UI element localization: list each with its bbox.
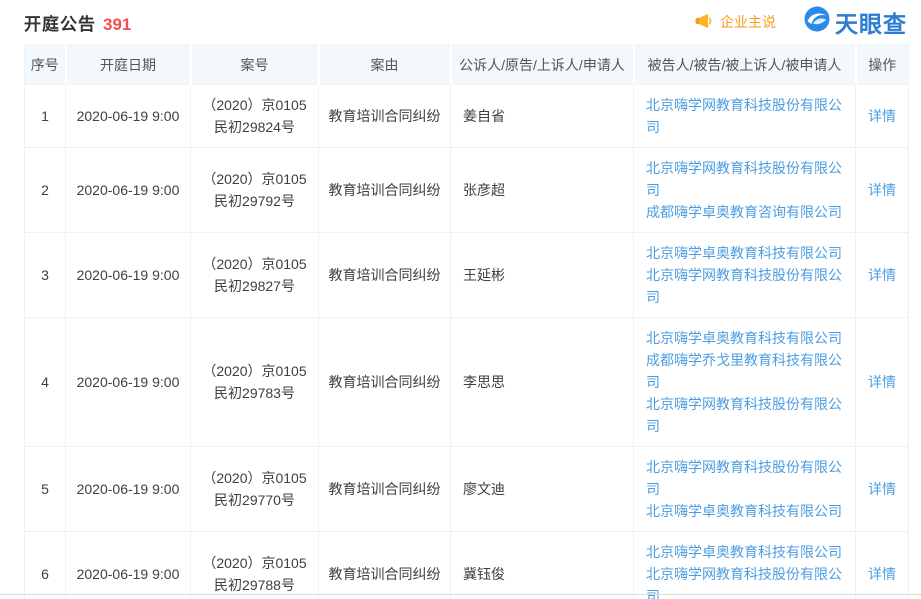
qiye-zhushuo-link[interactable]: 企业主说 — [695, 12, 776, 32]
cell-cause: 教育培训合同纠纷 — [318, 446, 451, 532]
cell-defendants: 北京嗨学网教育科技股份有限公司 成都嗨学卓奥教育咨询有限公司 — [633, 147, 856, 233]
table-row: 5 2020-06-19 9:00 （2020）京0105 民初29770号 教… — [24, 446, 909, 532]
defendant-company-link[interactable]: 成都嗨学乔戈里教育科技有限公司 — [646, 349, 847, 393]
table-body: 1 2020-06-19 9:00 （2020）京0105 民初29824号 教… — [24, 84, 909, 599]
tianyancha-brand-text: 天眼查 — [835, 11, 907, 37]
page-title-text: 开庭公告 — [24, 14, 96, 34]
bottom-divider — [0, 594, 921, 595]
hearing-announcements-table: 序号 开庭日期 案号 案由 公诉人/原告/上诉人/申请人 被告人/被告/被上诉人/被申请人… — [24, 44, 909, 599]
cell-index: 5 — [24, 446, 66, 532]
detail-link[interactable]: 详情 — [868, 182, 896, 198]
cell-hearing-date: 2020-06-19 9:00 — [65, 531, 191, 599]
cell-action: 详情 — [855, 317, 909, 447]
cell-action: 详情 — [855, 84, 909, 148]
cell-plaintiffs: 冀钰俊 — [450, 531, 634, 599]
cell-defendants: 北京嗨学卓奥教育科技有限公司 北京嗨学网教育科技股份有限公司 — [633, 232, 856, 318]
plaintiff-name: 冀钰俊 — [463, 566, 505, 582]
cell-case-number: （2020）京0105 民初29788号 — [190, 531, 319, 599]
defendant-company-link[interactable]: 北京嗨学网教育科技股份有限公司 — [646, 456, 847, 500]
announcement-count: 391 — [103, 14, 132, 34]
defendant-company-link[interactable]: 北京嗨学网教育科技股份有限公司 — [646, 157, 847, 201]
column-header: 公诉人/原告/上诉人/申请人 — [449, 44, 634, 85]
cell-defendants: 北京嗨学卓奥教育科技有限公司 成都嗨学乔戈里教育科技有限公司 北京嗨学网教育科技股份… — [633, 317, 856, 447]
cell-hearing-date: 2020-06-19 9:00 — [65, 84, 191, 148]
qiye-zhushuo-label: 企业主说 — [720, 14, 776, 30]
plaintiff-name: 李思思 — [463, 374, 505, 390]
detail-link[interactable]: 详情 — [868, 566, 896, 582]
detail-link[interactable]: 详情 — [868, 481, 896, 497]
column-header: 案号 — [189, 44, 319, 85]
cell-plaintiffs: 廖文迪 — [450, 446, 634, 532]
cell-cause: 教育培训合同纠纷 — [318, 147, 451, 233]
column-header: 序号 — [24, 44, 66, 85]
cell-cause: 教育培训合同纠纷 — [318, 531, 451, 599]
header-row: 序号 开庭日期 案号 案由 公诉人/原告/上诉人/申请人 被告人/被告/被上诉人/被申请人… — [24, 44, 909, 85]
column-header: 被告人/被告/被上诉人/被申请人 — [632, 44, 856, 85]
cell-case-number: （2020）京0105 民初29770号 — [190, 446, 319, 532]
cell-case-number: （2020）京0105 民初29827号 — [190, 232, 319, 318]
plaintiff-name: 廖文迪 — [463, 481, 505, 497]
cell-action: 详情 — [855, 446, 909, 532]
cell-cause: 教育培训合同纠纷 — [318, 317, 451, 447]
cell-index: 2 — [24, 147, 66, 233]
defendant-company-link[interactable]: 北京嗨学卓奥教育科技有限公司 — [646, 541, 847, 563]
cell-action: 详情 — [855, 232, 909, 318]
cell-action: 详情 — [855, 531, 909, 599]
cell-case-number: （2020）京0105 民初29824号 — [190, 84, 319, 148]
cell-index: 3 — [24, 232, 66, 318]
detail-link[interactable]: 详情 — [868, 108, 896, 124]
table-row: 3 2020-06-19 9:00 （2020）京0105 民初29827号 教… — [24, 232, 909, 318]
cell-index: 6 — [24, 531, 66, 599]
megaphone-icon — [695, 13, 714, 32]
defendant-company-link[interactable]: 北京嗨学卓奥教育科技有限公司 — [646, 327, 847, 349]
tianyancha-eye-icon — [804, 6, 830, 38]
table-row: 1 2020-06-19 9:00 （2020）京0105 民初29824号 教… — [24, 84, 909, 148]
page-title: 开庭公告 391 — [24, 10, 131, 35]
table-row: 4 2020-06-19 9:00 （2020）京0105 民初29783号 教… — [24, 317, 909, 447]
cell-case-number: （2020）京0105 民初29792号 — [190, 147, 319, 233]
cell-plaintiffs: 姜自省 — [450, 84, 634, 148]
defendant-company-link[interactable]: 北京嗨学卓奥教育科技有限公司 — [646, 242, 847, 264]
column-header: 操作 — [854, 44, 909, 85]
cell-plaintiffs: 李思思 — [450, 317, 634, 447]
cell-defendants: 北京嗨学网教育科技股份有限公司 北京嗨学卓奥教育科技有限公司 — [633, 446, 856, 532]
plaintiff-name: 张彦超 — [463, 182, 505, 198]
plaintiff-name: 姜自省 — [463, 108, 505, 124]
detail-link[interactable]: 详情 — [868, 374, 896, 390]
defendant-company-link[interactable]: 北京嗨学网教育科技股份有限公司 — [646, 393, 847, 437]
topbar: 开庭公告 391 企业主说 天眼查 — [0, 0, 921, 44]
table-row: 2 2020-06-19 9:00 （2020）京0105 民初29792号 教… — [24, 147, 909, 233]
cell-cause: 教育培训合同纠纷 — [318, 84, 451, 148]
tianyancha-logo[interactable]: 天眼查 — [804, 5, 907, 39]
column-header: 开庭日期 — [64, 44, 191, 85]
defendant-company-link[interactable]: 北京嗨学卓奥教育科技有限公司 — [646, 500, 847, 522]
defendant-company-link[interactable]: 北京嗨学网教育科技股份有限公司 — [646, 264, 847, 308]
cell-cause: 教育培训合同纠纷 — [318, 232, 451, 318]
cell-plaintiffs: 张彦超 — [450, 147, 634, 233]
defendant-company-link[interactable]: 北京嗨学网教育科技股份有限公司 — [646, 94, 847, 138]
plaintiff-name: 王延彬 — [463, 267, 505, 283]
cell-action: 详情 — [855, 147, 909, 233]
cell-defendants: 北京嗨学卓奥教育科技有限公司 北京嗨学网教育科技股份有限公司 — [633, 531, 856, 599]
cell-case-number: （2020）京0105 民初29783号 — [190, 317, 319, 447]
column-header: 案由 — [317, 44, 451, 85]
defendant-company-link[interactable]: 成都嗨学卓奥教育咨询有限公司 — [646, 201, 847, 223]
cell-hearing-date: 2020-06-19 9:00 — [65, 446, 191, 532]
cell-plaintiffs: 王延彬 — [450, 232, 634, 318]
cell-hearing-date: 2020-06-19 9:00 — [65, 147, 191, 233]
table-row: 6 2020-06-19 9:00 （2020）京0105 民初29788号 教… — [24, 531, 909, 599]
detail-link[interactable]: 详情 — [868, 267, 896, 283]
cell-defendants: 北京嗨学网教育科技股份有限公司 — [633, 84, 856, 148]
cell-index: 1 — [24, 84, 66, 148]
topbar-right: 企业主说 天眼查 — [695, 5, 907, 39]
cell-hearing-date: 2020-06-19 9:00 — [65, 232, 191, 318]
cell-index: 4 — [24, 317, 66, 447]
cell-hearing-date: 2020-06-19 9:00 — [65, 317, 191, 447]
